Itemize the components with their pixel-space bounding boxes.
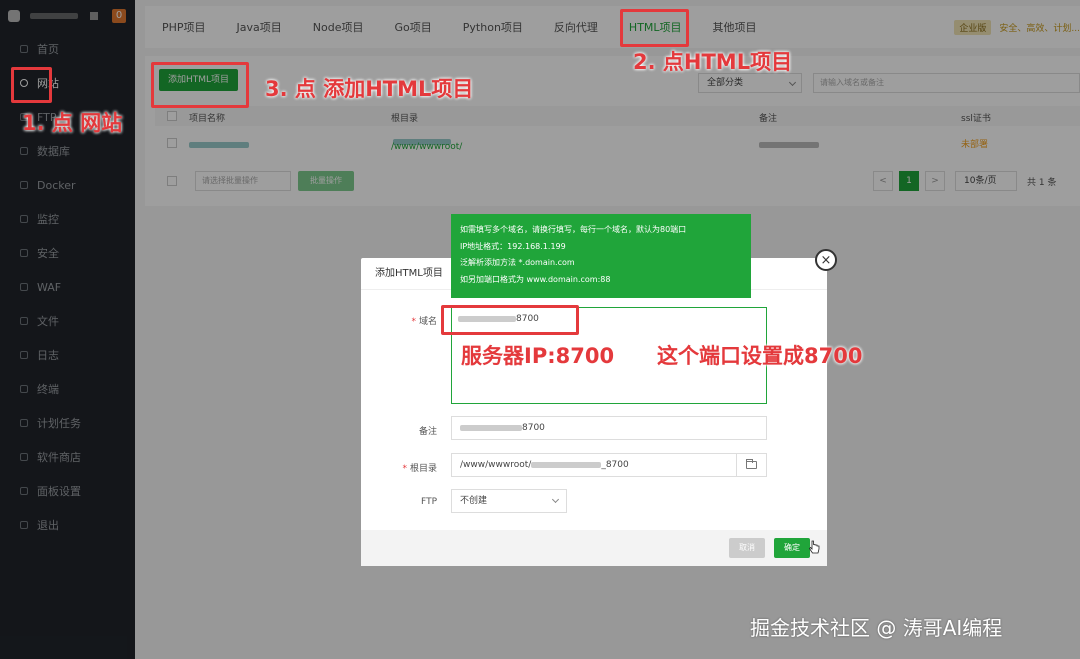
domain-label: * 域名 bbox=[411, 317, 437, 327]
dialog-footer: 取消 确定 bbox=[361, 530, 827, 566]
tooltip-line: 如另加端口格式为 www.domain.com:88 bbox=[460, 274, 611, 284]
annotation-step2: 2. 点HTML项目 bbox=[633, 50, 793, 74]
add-html-project-dialog: 添加HTML项目 * 域名 8700 备注 8700 * 根目录 /www/wwwr… bbox=[361, 258, 827, 566]
annotation-box-domain bbox=[441, 305, 579, 335]
confirm-button[interactable]: 确定 bbox=[774, 538, 810, 558]
root-label: * 根目录 bbox=[402, 464, 437, 474]
annotation-box-website bbox=[11, 67, 52, 103]
root-value-suffix: _8700 bbox=[601, 460, 629, 470]
remark-label: 备注 bbox=[418, 427, 437, 437]
annotation-box-html-tab bbox=[620, 9, 689, 47]
ftp-select-value: 不创建 bbox=[460, 496, 488, 506]
close-icon[interactable]: × bbox=[815, 249, 837, 271]
annotation-server-ip: 服务器IP:8700 bbox=[461, 344, 615, 368]
remark-input[interactable]: 8700 bbox=[451, 416, 767, 440]
root-label-text: 根目录 bbox=[409, 464, 437, 474]
annotation-step3: 3. 点 添加HTML项目 bbox=[265, 77, 474, 101]
watermark: 掘金技术社区 @ 涛哥AI编程 bbox=[750, 616, 1003, 640]
root-dir-input[interactable]: /www/wwwroot/ _8700 bbox=[451, 453, 737, 477]
remark-value: 8700 bbox=[522, 423, 545, 433]
tooltip-line: 如需填写多个域名，请换行填写，每行一个域名，默认为80端口 bbox=[460, 225, 687, 234]
tooltip-line: IP地址格式：192.168.1.199 bbox=[460, 241, 566, 251]
ftp-label: FTP bbox=[421, 497, 437, 507]
domain-label-text: 域名 bbox=[418, 317, 437, 327]
chevron-down-icon bbox=[551, 495, 560, 504]
annotation-step1: 1. 点 网站 bbox=[22, 111, 123, 135]
cancel-button[interactable]: 取消 bbox=[729, 538, 765, 558]
folder-picker-button[interactable] bbox=[736, 453, 767, 477]
cursor-hand-icon bbox=[808, 540, 820, 554]
tooltip-line: 泛解析添加方法 *.domain.com bbox=[460, 258, 575, 267]
annotation-port-note: 这个端口设置成8700 bbox=[657, 344, 863, 368]
folder-icon bbox=[746, 459, 757, 469]
root-value-prefix: /www/wwwroot/ bbox=[460, 460, 532, 470]
ftp-select[interactable]: 不创建 bbox=[451, 489, 567, 513]
annotation-box-add-button bbox=[151, 62, 249, 108]
domain-help-tooltip: 如需填写多个域名，请换行填写，每行一个域名，默认为80端口 IP地址格式：192… bbox=[451, 214, 751, 298]
